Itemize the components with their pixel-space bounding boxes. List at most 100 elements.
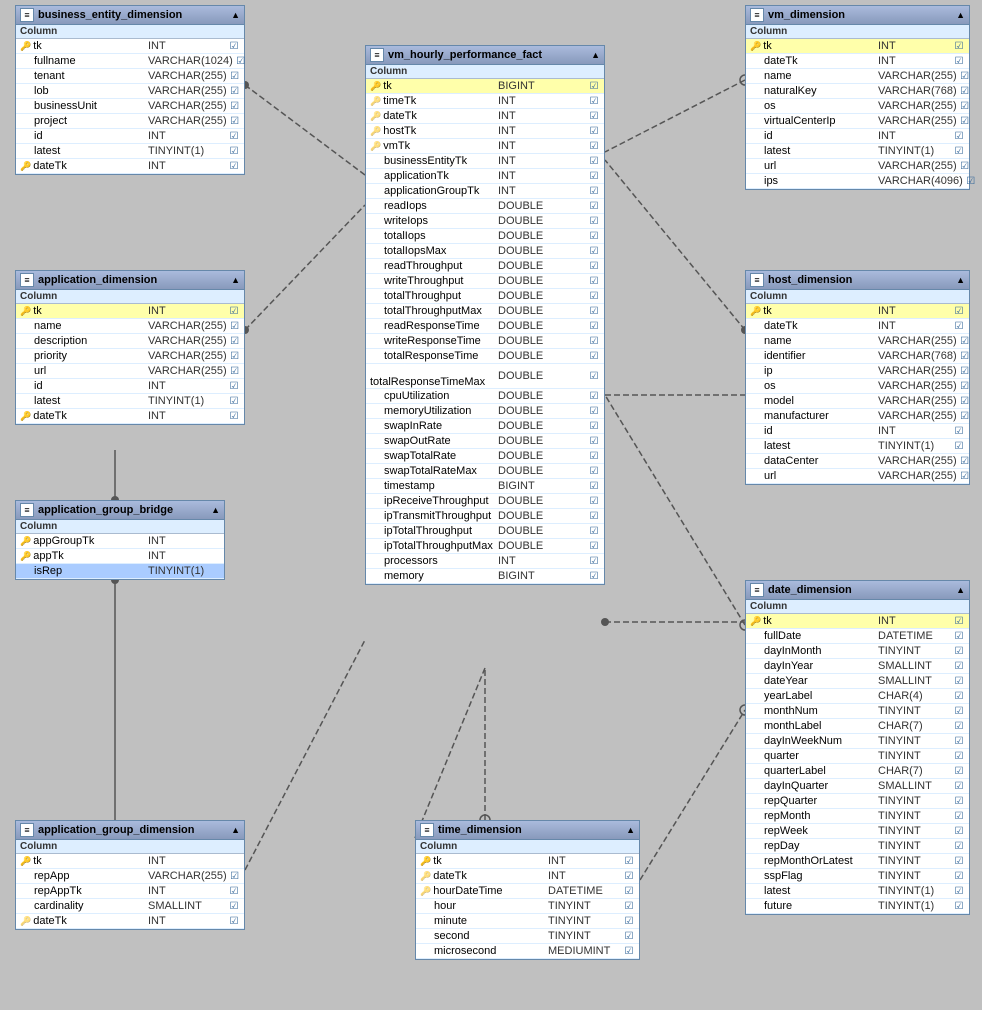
col-check-cell[interactable]: ☑ [226, 410, 242, 422]
col-check-cell[interactable]: ☑ [586, 230, 602, 242]
col-check-cell[interactable]: ☑ [586, 335, 602, 347]
table-row-vm_dimension-4[interactable]: naturalKeyVARCHAR(768)☑ [746, 84, 969, 99]
col-check-cell[interactable]: ☑ [586, 275, 602, 287]
col-check-cell[interactable]: ☑ [957, 335, 973, 347]
col-check-cell[interactable]: ☑ [227, 115, 243, 127]
col-check-cell[interactable]: ☑ [951, 885, 967, 897]
table-row-host_dimension-5[interactable]: ipVARCHAR(255)☑ [746, 364, 969, 379]
col-check-cell[interactable]: ☑ [957, 410, 973, 422]
col-check-cell[interactable]: ☑ [226, 885, 242, 897]
col-check-cell[interactable]: ☑ [586, 80, 602, 92]
col-check-cell[interactable]: ☑ [951, 795, 967, 807]
col-check-cell[interactable]: ☑ [586, 480, 602, 492]
table-row-vm_hourly_performance_fact-17[interactable]: readResponseTimeDOUBLE☑ [366, 319, 604, 334]
table-row-vm_hourly_performance_fact-15[interactable]: totalThroughputDOUBLE☑ [366, 289, 604, 304]
col-check-cell[interactable]: ☑ [957, 350, 973, 362]
col-check-cell[interactable]: ☑ [586, 200, 602, 212]
col-check-cell[interactable]: ☑ [957, 395, 973, 407]
col-check-cell[interactable]: ☑ [951, 55, 967, 67]
col-check-cell[interactable]: ☑ [586, 140, 602, 152]
table-row-application_group_bridge-3[interactable]: isRepTINYINT(1) [16, 564, 224, 579]
col-check-cell[interactable]: ☑ [226, 145, 242, 157]
col-check-cell[interactable]: ☑ [586, 495, 602, 507]
table-row-vm_dimension-6[interactable]: virtualCenterIpVARCHAR(255)☑ [746, 114, 969, 129]
col-check-cell[interactable]: ☑ [226, 395, 242, 407]
table-row-date_dimension-1[interactable]: 🔑tkINT☑ [746, 614, 969, 629]
table-header-vm_hourly_performance_fact[interactable]: ≡vm_hourly_performance_fact▲ [366, 46, 604, 65]
table-row-vm_hourly_performance_fact-1[interactable]: 🔑tkBIGINT☑ [366, 79, 604, 94]
table-row-host_dimension-11[interactable]: dataCenterVARCHAR(255)☑ [746, 454, 969, 469]
table-row-date_dimension-9[interactable]: dayInWeekNumTINYINT☑ [746, 734, 969, 749]
col-check-cell[interactable]: ☑ [621, 900, 637, 912]
col-check-cell[interactable]: ☑ [586, 290, 602, 302]
col-check-cell[interactable]: ☑ [586, 305, 602, 317]
col-check-cell[interactable]: ☑ [586, 110, 602, 122]
col-check-cell[interactable]: ☑ [586, 350, 602, 362]
table-row-vm_hourly_performance_fact-27[interactable]: timestampBIGINT☑ [366, 479, 604, 494]
table-header-application_dimension[interactable]: ≡application_dimension▲ [16, 271, 244, 290]
table-row-date_dimension-19[interactable]: latestTINYINT(1)☑ [746, 884, 969, 899]
table-row-date_dimension-14[interactable]: repMonthTINYINT☑ [746, 809, 969, 824]
col-check-cell[interactable]: ☑ [957, 70, 973, 82]
table-row-host_dimension-6[interactable]: osVARCHAR(255)☑ [746, 379, 969, 394]
col-check-cell[interactable]: ☑ [957, 115, 973, 127]
col-check-cell[interactable]: ☑ [951, 720, 967, 732]
table-row-vm_hourly_performance_fact-2[interactable]: 🔑timeTkINT☑ [366, 94, 604, 109]
table-row-application_dimension-4[interactable]: priorityVARCHAR(255)☑ [16, 349, 244, 364]
col-check-cell[interactable]: ☑ [951, 675, 967, 687]
table-row-date_dimension-4[interactable]: dayInYearSMALLINT☑ [746, 659, 969, 674]
table-row-host_dimension-3[interactable]: nameVARCHAR(255)☑ [746, 334, 969, 349]
table-row-time_dimension-6[interactable]: secondTINYINT☑ [416, 929, 639, 944]
table-row-vm_hourly_performance_fact-13[interactable]: readThroughputDOUBLE☑ [366, 259, 604, 274]
col-check-cell[interactable]: ☑ [586, 170, 602, 182]
sort-icon-application_group_bridge[interactable]: ▲ [211, 505, 220, 515]
table-row-host_dimension-4[interactable]: identifierVARCHAR(768)☑ [746, 349, 969, 364]
table-row-date_dimension-15[interactable]: repWeekTINYINT☑ [746, 824, 969, 839]
col-check-cell[interactable]: ☑ [951, 690, 967, 702]
table-header-application_group_dimension[interactable]: ≡application_group_dimension▲ [16, 821, 244, 840]
table-row-business_entity_dimension-1[interactable]: 🔑tkINT☑ [16, 39, 244, 54]
table-row-business_entity_dimension-6[interactable]: projectVARCHAR(255)☑ [16, 114, 244, 129]
table-row-date_dimension-6[interactable]: yearLabelCHAR(4)☑ [746, 689, 969, 704]
col-check-cell[interactable]: ☑ [951, 145, 967, 157]
table-row-vm_hourly_performance_fact-16[interactable]: totalThroughputMaxDOUBLE☑ [366, 304, 604, 319]
table-header-application_group_bridge[interactable]: ≡application_group_bridge▲ [16, 501, 224, 520]
sort-icon-application_group_dimension[interactable]: ▲ [231, 825, 240, 835]
col-check-cell[interactable]: ☑ [957, 380, 973, 392]
table-row-vm_hourly_performance_fact-4[interactable]: 🔑hostTkINT☑ [366, 124, 604, 139]
table-row-vm_dimension-8[interactable]: latestTINYINT(1)☑ [746, 144, 969, 159]
col-check-cell[interactable]: ☑ [586, 215, 602, 227]
table-header-vm_dimension[interactable]: ≡vm_dimension▲ [746, 6, 969, 25]
sort-icon-time_dimension[interactable]: ▲ [626, 825, 635, 835]
col-check-cell[interactable]: ☑ [586, 525, 602, 537]
col-check-cell[interactable]: ☑ [951, 320, 967, 332]
table-row-date_dimension-7[interactable]: monthNumTINYINT☑ [746, 704, 969, 719]
table-row-vm_hourly_performance_fact-31[interactable]: ipTotalThroughputMaxDOUBLE☑ [366, 539, 604, 554]
table-row-date_dimension-10[interactable]: quarterTINYINT☑ [746, 749, 969, 764]
col-check-cell[interactable]: ☑ [951, 425, 967, 437]
col-check-cell[interactable]: ☑ [621, 855, 637, 867]
col-check-cell[interactable]: ☑ [951, 130, 967, 142]
col-check-cell[interactable]: ☑ [227, 365, 243, 377]
table-row-application_group_dimension-5[interactable]: 🔑dateTkINT☑ [16, 914, 244, 929]
table-row-business_entity_dimension-8[interactable]: latestTINYINT(1)☑ [16, 144, 244, 159]
col-check-cell[interactable]: ☑ [586, 555, 602, 567]
col-check-cell[interactable]: ☑ [957, 85, 973, 97]
col-check-cell[interactable]: ☑ [586, 405, 602, 417]
table-row-application_dimension-6[interactable]: idINT☑ [16, 379, 244, 394]
table-row-business_entity_dimension-4[interactable]: lobVARCHAR(255)☑ [16, 84, 244, 99]
table-row-application_dimension-5[interactable]: urlVARCHAR(255)☑ [16, 364, 244, 379]
table-row-date_dimension-18[interactable]: sspFlagTINYINT☑ [746, 869, 969, 884]
table-row-business_entity_dimension-2[interactable]: fullnameVARCHAR(1024)☑ [16, 54, 244, 69]
table-row-time_dimension-3[interactable]: 🔑hourDateTimeDATETIME☑ [416, 884, 639, 899]
table-row-date_dimension-20[interactable]: futureTINYINT(1)☑ [746, 899, 969, 914]
col-check-cell[interactable]: ☑ [951, 305, 967, 317]
table-row-business_entity_dimension-3[interactable]: tenantVARCHAR(255)☑ [16, 69, 244, 84]
table-row-date_dimension-11[interactable]: quarterLabelCHAR(7)☑ [746, 764, 969, 779]
table-row-business_entity_dimension-9[interactable]: 🔑dateTkINT☑ [16, 159, 244, 174]
table-row-application_dimension-3[interactable]: descriptionVARCHAR(255)☑ [16, 334, 244, 349]
col-check-cell[interactable]: ☑ [226, 305, 242, 317]
col-check-cell[interactable]: ☑ [951, 900, 967, 912]
col-check-cell[interactable]: ☑ [951, 735, 967, 747]
table-row-application_group_bridge-1[interactable]: 🔑appGroupTkINT [16, 534, 224, 549]
